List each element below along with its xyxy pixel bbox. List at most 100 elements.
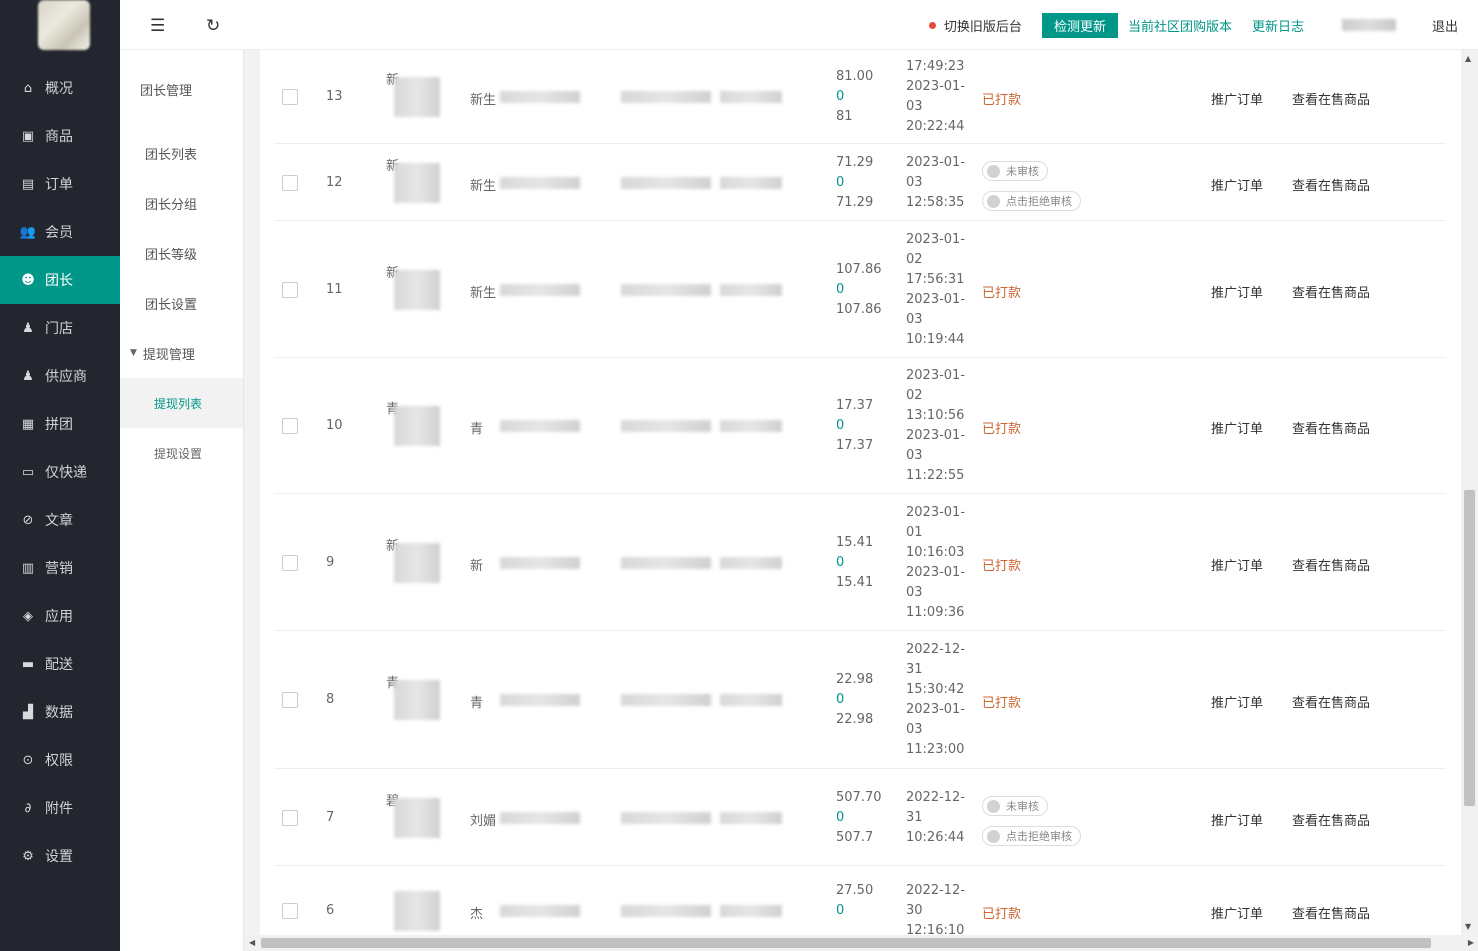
actual-amount: 22.98 xyxy=(836,712,874,727)
date-line: 30 xyxy=(906,903,923,918)
row-checkbox[interactable] xyxy=(282,903,298,919)
blurred-account xyxy=(720,905,782,917)
blurred-leader xyxy=(500,557,580,569)
sidebar-item-16[interactable]: ⚙ 设置 xyxy=(0,832,120,880)
sidebar-item-2[interactable]: ▤ 订单 xyxy=(0,160,120,208)
row-checkbox[interactable] xyxy=(282,175,298,191)
submenu-title[interactable]: 团长管理 xyxy=(120,50,243,128)
sidebar-item-9[interactable]: ⊘ 文章 xyxy=(0,496,120,544)
submenu-item-2[interactable]: 团长等级 xyxy=(120,228,243,278)
withdraw-amount: 107.86 xyxy=(836,262,882,277)
submenu-item-3[interactable]: 团长设置 xyxy=(120,278,243,328)
withdraw-amount: 17.37 xyxy=(836,398,874,413)
table-row: 13 新新生 81.00 0 81 17:49:23 2023-01- 03 20:22:44 已… xyxy=(274,50,1446,144)
sidebar-item-label: 商品 xyxy=(45,129,73,145)
submenu-child-1[interactable]: 提现设置 xyxy=(120,428,243,478)
submenu-group-withdraw[interactable]: ▼ 提现管理 xyxy=(120,328,243,378)
blurred-community xyxy=(394,270,440,310)
version-link[interactable]: 当前社区团购版本 xyxy=(1128,16,1232,35)
promo-orders-link[interactable]: 推广订单 xyxy=(1211,282,1263,301)
sidebar-item-5[interactable]: ♟ 门店 xyxy=(0,304,120,352)
sidebar-item-10[interactable]: ▥ 营销 xyxy=(0,544,120,592)
status-text: 已打款 xyxy=(982,286,1022,301)
sidebar-item-13[interactable]: ▟ 数据 xyxy=(0,688,120,736)
view-goods-link[interactable]: 查看在售商品 xyxy=(1292,89,1370,108)
promo-orders-link[interactable]: 推广订单 xyxy=(1211,692,1263,711)
horizontal-scroll-thumb[interactable] xyxy=(261,938,1431,948)
horizontal-scrollbar[interactable]: ◀ ▶ xyxy=(245,935,1478,951)
row-checkbox[interactable] xyxy=(282,555,298,571)
row-checkbox[interactable] xyxy=(282,692,298,708)
sidebar-item-8[interactable]: ▭ 仅快递 xyxy=(0,448,120,496)
withdraw-amount: 15.41 xyxy=(836,535,874,550)
sidebar-item-11[interactable]: ◈ 应用 xyxy=(0,592,120,640)
sidebar-item-label: 会员 xyxy=(45,225,73,241)
scroll-left-icon[interactable]: ◀ xyxy=(249,938,255,947)
promo-orders-link[interactable]: 推广订单 xyxy=(1211,555,1263,574)
promo-orders-link[interactable]: 推广订单 xyxy=(1211,89,1263,108)
submenu-child-0[interactable]: 提现列表 xyxy=(120,378,243,428)
leader-name: 青 xyxy=(470,422,484,437)
reject-audit-toggle[interactable]: 点击拒绝审核 xyxy=(982,826,1081,846)
row-checkbox[interactable] xyxy=(282,282,298,298)
view-goods-link[interactable]: 查看在售商品 xyxy=(1292,555,1370,574)
view-goods-link[interactable]: 查看在售商品 xyxy=(1292,903,1370,922)
sidebar-item-label: 应用 xyxy=(45,609,73,625)
reject-audit-toggle[interactable]: 点击拒绝审核 xyxy=(982,191,1081,211)
row-id: 11 xyxy=(326,282,343,297)
promo-orders-link[interactable]: 推广订单 xyxy=(1211,175,1263,194)
view-goods-link[interactable]: 查看在售商品 xyxy=(1292,810,1370,829)
sidebar-item-1[interactable]: ▣ 商品 xyxy=(0,112,120,160)
sidebar-item-label: 营销 xyxy=(45,561,73,577)
blurred-leader xyxy=(500,420,580,432)
sidebar-item-12[interactable]: ▬ 配送 xyxy=(0,640,120,688)
leader-name: 青 xyxy=(470,696,484,711)
actual-amount: 15.41 xyxy=(836,575,874,590)
blurred-account xyxy=(720,91,782,103)
view-goods-link[interactable]: 查看在售商品 xyxy=(1292,692,1370,711)
view-goods-link[interactable]: 查看在售商品 xyxy=(1292,418,1370,437)
sidebar-item-4[interactable]: ☻ 团长 xyxy=(0,256,120,304)
sidebar-item-15[interactable]: ∂ 附件 xyxy=(0,784,120,832)
changelog-link[interactable]: 更新日志 xyxy=(1252,16,1304,35)
sidebar-item-6[interactable]: ♟ 供应商 xyxy=(0,352,120,400)
promo-orders-link[interactable]: 推广订单 xyxy=(1211,418,1263,437)
promo-orders-link[interactable]: 推广订单 xyxy=(1211,903,1263,922)
row-checkbox[interactable] xyxy=(282,418,298,434)
unaudited-toggle[interactable]: 未审核 xyxy=(982,161,1048,181)
sidebar-item-7[interactable]: ▦ 拼团 xyxy=(0,400,120,448)
sidebar-item-0[interactable]: ⌂ 概况 xyxy=(0,64,120,112)
row-checkbox[interactable] xyxy=(282,810,298,826)
row-checkbox[interactable] xyxy=(282,89,298,105)
date-line: 2023-01- xyxy=(906,232,966,247)
sidebar-item-3[interactable]: 👥 会员 xyxy=(0,208,120,256)
sidebar-item-14[interactable]: ⊙ 权限 xyxy=(0,736,120,784)
sidebar-item-label: 附件 xyxy=(45,801,73,817)
menu-toggle-icon[interactable]: ☰ xyxy=(150,16,165,36)
blurred-account xyxy=(720,177,782,189)
leader-icon: ☻ xyxy=(21,272,35,288)
view-goods-link[interactable]: 查看在售商品 xyxy=(1292,282,1370,301)
vertical-scrollbar[interactable]: ▲ ▼ xyxy=(1461,50,1478,935)
switch-old-admin-link[interactable]: 切换旧版后台 xyxy=(928,16,1022,35)
blurred-community xyxy=(394,891,440,931)
sidebar-item-label: 配送 xyxy=(45,657,73,673)
submenu-item-1[interactable]: 团长分组 xyxy=(120,178,243,228)
blurred-leader xyxy=(500,905,580,917)
vertical-scroll-thumb[interactable] xyxy=(1464,490,1475,806)
scroll-down-icon[interactable]: ▼ xyxy=(1465,922,1471,931)
scroll-right-icon[interactable]: ▶ xyxy=(1468,938,1474,947)
view-goods-link[interactable]: 查看在售商品 xyxy=(1292,175,1370,194)
promo-orders-link[interactable]: 推广订单 xyxy=(1211,810,1263,829)
user-name-blurred[interactable] xyxy=(1341,19,1396,31)
submenu-item-0[interactable]: 团长列表 xyxy=(120,128,243,178)
date-line: 2022-12- xyxy=(906,883,966,898)
unaudited-toggle[interactable]: 未审核 xyxy=(982,796,1048,816)
sidebar-item-label: 文章 xyxy=(45,513,73,529)
fee-amount: 0 xyxy=(836,282,845,297)
refresh-icon[interactable]: ↻ xyxy=(206,16,220,36)
status-text: 已打款 xyxy=(982,696,1022,711)
scroll-up-icon[interactable]: ▲ xyxy=(1465,54,1471,63)
logout-link[interactable]: 退出 xyxy=(1432,16,1458,35)
check-update-button[interactable]: 检测更新 xyxy=(1041,12,1118,38)
